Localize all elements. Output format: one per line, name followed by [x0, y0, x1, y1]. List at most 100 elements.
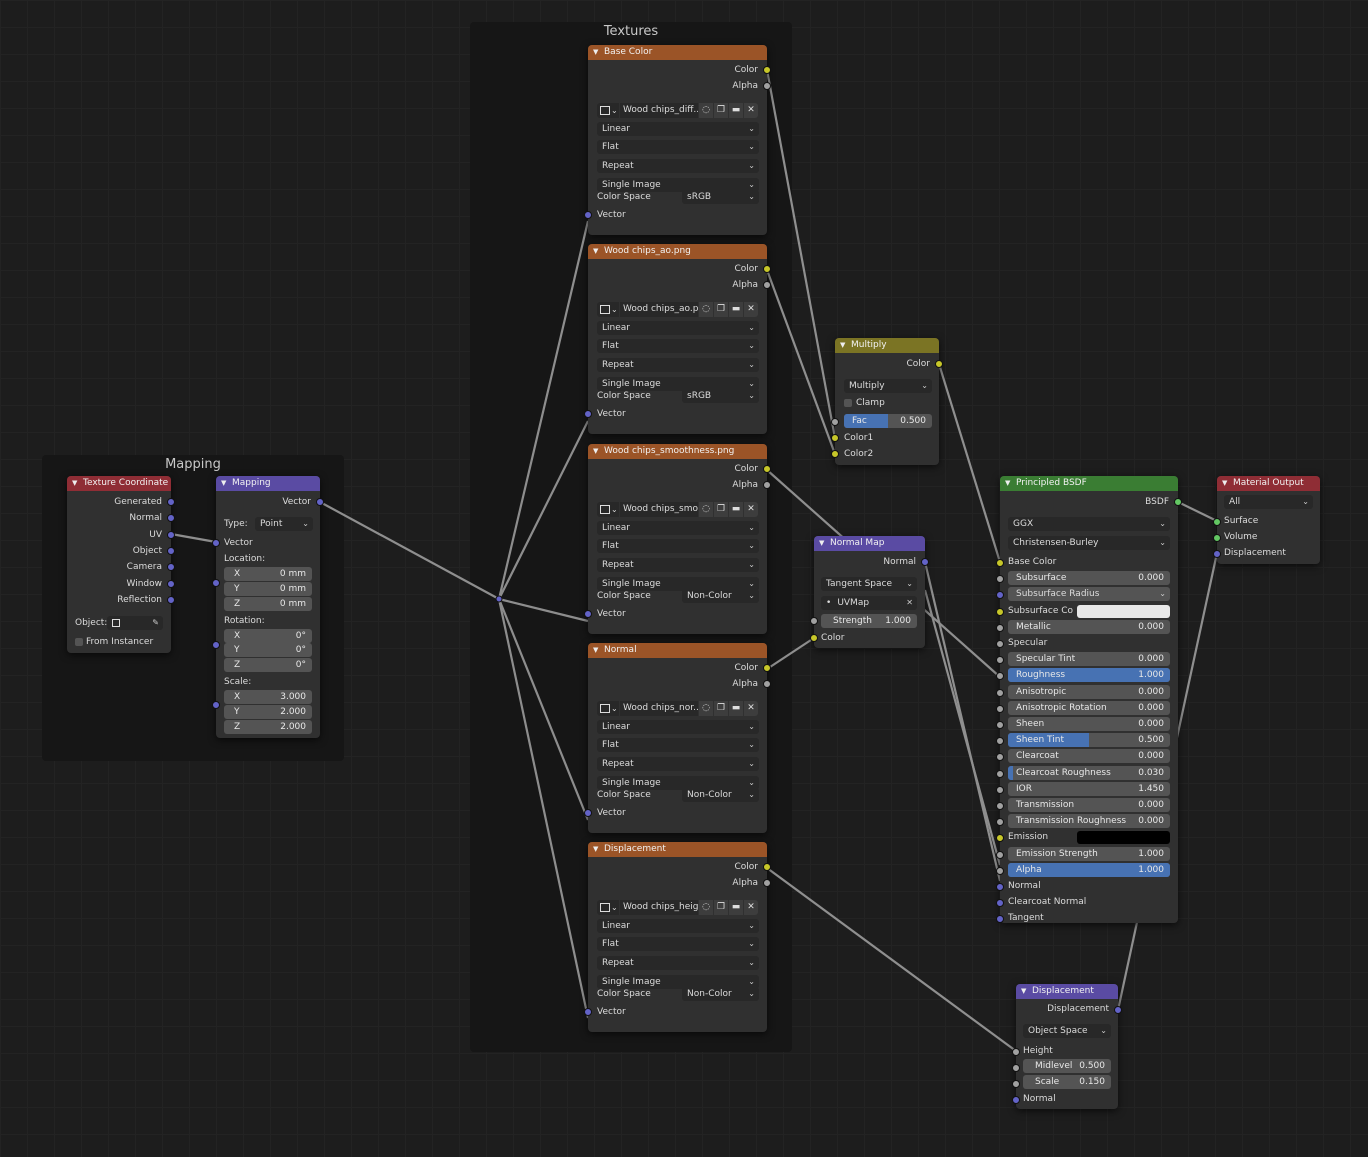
socket-uv[interactable] — [167, 531, 175, 539]
interpolation-dropdown[interactable]: Linear ⌄ — [597, 720, 759, 734]
socket-clearcoat-roughness[interactable] — [996, 770, 1004, 778]
image-browse-button[interactable]: ⌄ — [597, 103, 619, 118]
unlink-button[interactable]: ✕ — [744, 900, 758, 915]
collapse-icon[interactable]: ▼ — [1005, 476, 1010, 491]
collapse-icon[interactable]: ▼ — [72, 476, 77, 491]
distribution-dropdown[interactable]: GGX ⌄ — [1008, 517, 1170, 531]
midlevel-field[interactable]: Midlevel 0.500 — [1023, 1059, 1111, 1073]
collapse-icon[interactable]: ▼ — [221, 476, 226, 491]
socket-roughness[interactable] — [996, 672, 1004, 680]
clearcoat-roughness-slider[interactable]: Clearcoat Roughness 0.030 — [1008, 766, 1170, 780]
uvmap-field[interactable]: • UVMap ✕ — [821, 596, 917, 610]
unlink-button[interactable]: ✕ — [744, 302, 758, 317]
socket-metallic[interactable] — [996, 624, 1004, 632]
interpolation-dropdown[interactable]: Linear ⌄ — [597, 919, 759, 933]
node-material-output-header[interactable]: ▼ Material Output — [1217, 476, 1320, 491]
ior-slider[interactable]: IOR 1.450 — [1008, 782, 1170, 796]
image-selector[interactable]: ⌄ Wood chips_nor... ◌ ❐ ▬ ✕ — [597, 701, 759, 716]
rotation-y-field[interactable]: Y 0° — [224, 643, 312, 657]
transmission-roughness-slider[interactable]: Transmission Roughness 0.000 — [1008, 814, 1170, 828]
scale-z-field[interactable]: Z 2.000 — [224, 720, 312, 734]
node-texture-coordinate-header[interactable]: ▼ Texture Coordinate — [67, 476, 171, 491]
socket-alpha[interactable] — [996, 867, 1004, 875]
image-browse-button[interactable]: ⌄ — [597, 302, 619, 317]
scale-y-field[interactable]: Y 2.000 — [224, 705, 312, 719]
socket-ior[interactable] — [996, 786, 1004, 794]
socket-reflection[interactable] — [167, 596, 175, 604]
socket-vector-in[interactable] — [584, 1008, 592, 1016]
clamp-checkbox[interactable] — [844, 399, 852, 407]
duplicate-button[interactable]: ❐ — [714, 103, 728, 118]
type-dropdown[interactable]: Point ⌄ — [255, 517, 313, 531]
node-image-texture-5[interactable]: ▼ Displacement Color Alpha ⌄ Wood chips_h… — [584, 842, 771, 1032]
alpha-slider[interactable]: Alpha 1.000 — [1008, 863, 1170, 877]
specular-tint-slider[interactable]: Specular Tint 0.000 — [1008, 652, 1170, 666]
location-z-field[interactable]: Z 0 mm — [224, 597, 312, 611]
open-button[interactable]: ▬ — [729, 701, 743, 716]
socket-midlevel[interactable] — [1012, 1064, 1020, 1072]
socket-base-color[interactable] — [996, 559, 1004, 567]
node-multiply-header[interactable]: ▼ Multiply — [835, 338, 939, 353]
rotation-x-field[interactable]: X 0° — [224, 629, 312, 643]
socket-displacement[interactable] — [1213, 550, 1221, 558]
socket-color-out[interactable] — [763, 265, 771, 273]
strength-field[interactable]: Strength 1.000 — [821, 614, 917, 628]
socket-transmission-roughness[interactable] — [996, 818, 1004, 826]
socket-alpha-out[interactable] — [763, 879, 771, 887]
socket-vector-in[interactable] — [584, 610, 592, 618]
emission-strength-slider[interactable]: Emission Strength 1.000 — [1008, 847, 1170, 861]
node-image-texture-4[interactable]: ▼ Normal Color Alpha ⌄ Wood chips_nor... … — [584, 643, 771, 833]
color-space-dropdown[interactable]: sRGB ⌄ — [682, 389, 759, 403]
color-space-dropdown[interactable]: Non-Color ⌄ — [682, 788, 759, 802]
image-selector[interactable]: ⌄ Wood chips_diff... ◌ ❐ ▬ ✕ — [597, 103, 759, 118]
socket-volume[interactable] — [1213, 534, 1221, 542]
color-space-dropdown[interactable]: sRGB ⌄ — [682, 190, 759, 204]
image-browse-button[interactable]: ⌄ — [597, 502, 619, 517]
from-instancer-checkbox[interactable] — [75, 638, 83, 646]
transmission-slider[interactable]: Transmission 0.000 — [1008, 798, 1170, 812]
image-selector[interactable]: ⌄ Wood chips_smo... ◌ ❐ ▬ ✕ — [597, 502, 759, 517]
interpolation-dropdown[interactable]: Linear ⌄ — [597, 321, 759, 335]
socket-color-out[interactable] — [763, 465, 771, 473]
node-mapping-header[interactable]: ▼ Mapping — [216, 476, 320, 491]
collapse-icon[interactable]: ▼ — [593, 643, 598, 658]
socket-subsurface[interactable] — [996, 575, 1004, 583]
blend-mode-dropdown[interactable]: Multiply ⌄ — [844, 379, 932, 393]
socket-emission-strength[interactable] — [996, 851, 1004, 859]
socket-vector-in[interactable] — [584, 410, 592, 418]
node-image-texture-3[interactable]: ▼ Wood chips_smoothness.png Color Alpha ⌄… — [584, 444, 771, 634]
image-selector[interactable]: ⌄ Wood chips_heig... ◌ ❐ ▬ ✕ — [597, 900, 759, 915]
socket-camera[interactable] — [167, 563, 175, 571]
image-name-field[interactable]: Wood chips_nor... — [620, 701, 698, 716]
space-dropdown[interactable]: Object Space ⌄ — [1023, 1024, 1111, 1038]
node-header[interactable]: ▼ Normal — [588, 643, 767, 658]
sheen-tint-slider[interactable]: Sheen Tint 0.500 — [1008, 733, 1170, 747]
node-header[interactable]: ▼ Base Color — [588, 45, 767, 60]
extension-dropdown[interactable]: Repeat ⌄ — [597, 757, 759, 771]
node-image-texture-2[interactable]: ▼ Wood chips_ao.png Color Alpha ⌄ Wood ch… — [584, 244, 771, 434]
socket-vector-in[interactable] — [584, 809, 592, 817]
socket-normal[interactable] — [996, 883, 1004, 891]
socket-transmission[interactable] — [996, 802, 1004, 810]
metallic-slider[interactable]: Metallic 0.000 — [1008, 620, 1170, 634]
socket-normal-out[interactable] — [921, 558, 929, 566]
socket-object[interactable] — [167, 547, 175, 555]
projection-dropdown[interactable]: Flat ⌄ — [597, 738, 759, 752]
socket-color-in[interactable] — [810, 634, 818, 642]
socket-location[interactable] — [212, 579, 220, 587]
node-mapping[interactable]: ▼ Mapping Vector Type: Point ⌄ Vector Loca… — [212, 476, 324, 738]
socket-displacement-out[interactable] — [1114, 1006, 1122, 1014]
socket-tangent[interactable] — [996, 915, 1004, 923]
socket-scale[interactable] — [212, 701, 220, 709]
scale-field[interactable]: Scale 0.150 — [1023, 1075, 1111, 1089]
location-y-field[interactable]: Y 0 mm — [224, 582, 312, 596]
node-multiply[interactable]: ▼ Multiply Color Multiply ⌄ Clamp Fac 0.500… — [831, 338, 943, 465]
extension-dropdown[interactable]: Repeat ⌄ — [597, 956, 759, 970]
space-dropdown[interactable]: Tangent Space ⌄ — [821, 577, 917, 591]
interpolation-dropdown[interactable]: Linear ⌄ — [597, 122, 759, 136]
node-image-texture-1[interactable]: ▼ Base Color Color Alpha ⌄ Wood chips_dif… — [584, 45, 771, 235]
node-header[interactable]: ▼ Displacement — [588, 842, 767, 857]
extension-dropdown[interactable]: Repeat ⌄ — [597, 159, 759, 173]
image-selector[interactable]: ⌄ Wood chips_ao.p... ◌ ❐ ▬ ✕ — [597, 302, 759, 317]
subsurface-slider[interactable]: Subsurface 0.000 — [1008, 571, 1170, 585]
